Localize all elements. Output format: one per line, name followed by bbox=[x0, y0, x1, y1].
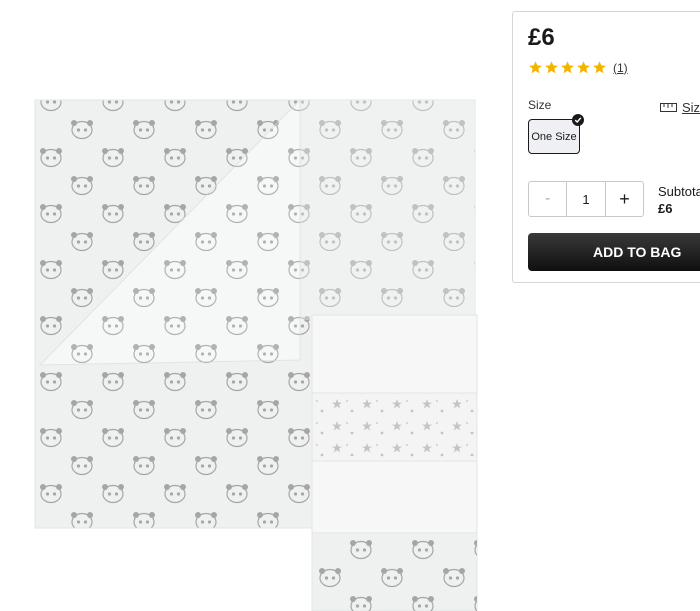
add-to-bag-button[interactable]: ADD TO BAG bbox=[528, 233, 700, 271]
size-guide-link[interactable]: Size bbox=[660, 100, 700, 115]
star-icon bbox=[529, 61, 542, 74]
ruler-icon bbox=[660, 103, 677, 112]
size-guide-label[interactable]: Size bbox=[682, 100, 700, 115]
checkmark-icon bbox=[572, 114, 584, 126]
rating-count-link[interactable]: (1) bbox=[613, 61, 628, 75]
product-price: £6 bbox=[528, 24, 555, 51]
subtotal-label: Subtotal bbox=[658, 184, 700, 199]
decrease-quantity-button[interactable]: - bbox=[529, 182, 566, 216]
subtotal-value: £6 bbox=[658, 201, 673, 216]
purchase-panel: £6 (1) Size Size One Size - + Subtotal £… bbox=[512, 11, 700, 283]
product-image[interactable] bbox=[0, 0, 505, 611]
quantity-stepper: - + bbox=[528, 181, 644, 217]
star-icon bbox=[593, 61, 606, 74]
increase-quantity-button[interactable]: + bbox=[606, 182, 643, 216]
star-icon bbox=[561, 61, 574, 74]
star-icon bbox=[545, 61, 558, 74]
size-option-label: One Size bbox=[531, 130, 577, 143]
star-icon bbox=[577, 61, 590, 74]
quantity-input[interactable] bbox=[566, 182, 606, 216]
star-rating[interactable]: (1) bbox=[528, 60, 628, 75]
size-label: Size bbox=[528, 98, 552, 112]
size-option-one-size[interactable]: One Size bbox=[528, 114, 584, 154]
